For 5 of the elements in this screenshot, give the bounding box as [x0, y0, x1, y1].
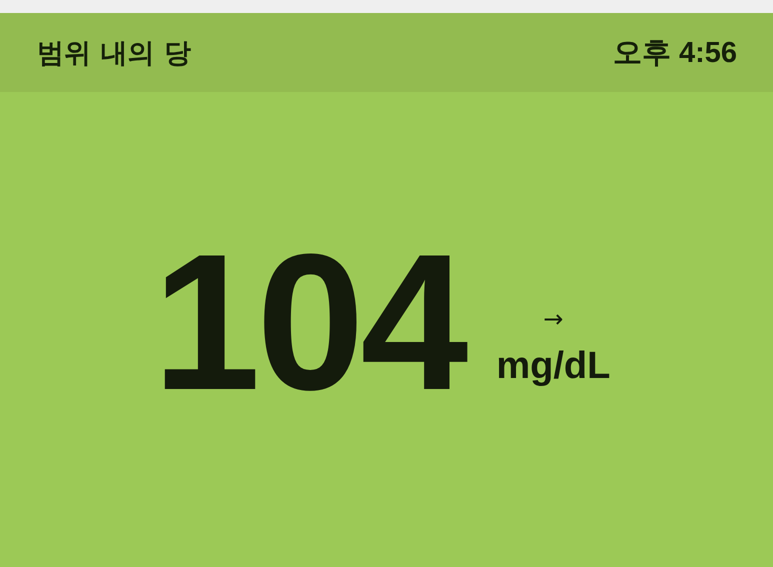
status-title: 범위 내의 당	[37, 36, 191, 70]
trend-arrow-icon: →	[543, 307, 564, 331]
unit-label: mg/dL	[496, 345, 610, 388]
glucose-value: 104	[152, 226, 464, 420]
time-text: 오후 4:56	[612, 36, 737, 70]
